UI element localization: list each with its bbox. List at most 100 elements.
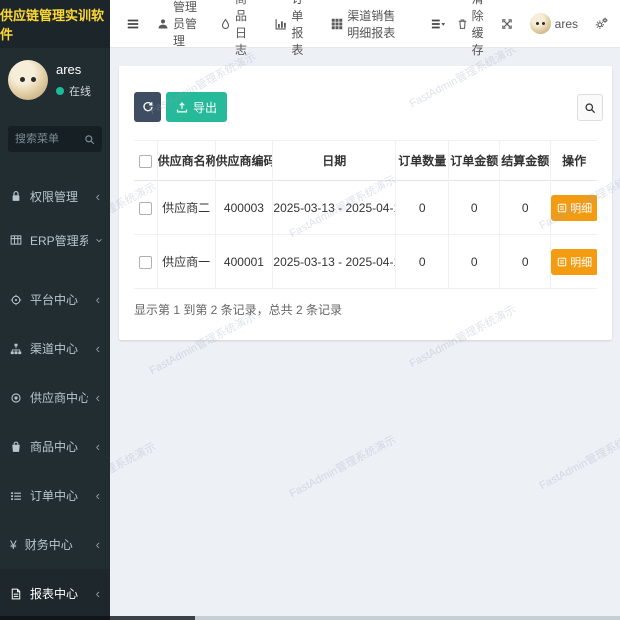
report-panel: 导出 供应商名称 供应商编码	[119, 66, 612, 340]
row-checkbox[interactable]	[139, 256, 152, 269]
sidebar-item-label: 订单中心	[30, 487, 88, 504]
sidebar-item-report-center[interactable]: 报表中心 ‹	[0, 569, 110, 618]
tab-order-report[interactable]: 订单报表	[266, 0, 322, 48]
date-range-cell: 2025-03-13 - 2025-04-13	[273, 235, 396, 289]
grid-icon	[331, 18, 343, 30]
tab-channel-sales-report[interactable]: 渠道销售明细报表	[322, 0, 406, 48]
top-navbar: 管理员管理 商品日志 订单报表 渠道销售明细报表	[110, 0, 620, 48]
brand-title[interactable]: 供应链管理实训软件	[0, 0, 110, 48]
supplier-code-cell: 400001	[215, 235, 273, 289]
sidebar-item-label: 商品中心	[30, 438, 88, 455]
sidebar-item-label: 财务中心	[25, 536, 88, 553]
avatar	[530, 13, 551, 34]
column-header[interactable]: 操作	[551, 141, 597, 181]
sidebar-user-panel: ares 在线	[0, 48, 110, 112]
detail-button[interactable]: 明细	[551, 249, 597, 275]
export-button[interactable]: 导出	[166, 92, 227, 122]
list-icon	[10, 490, 22, 502]
settings-button[interactable]	[593, 0, 610, 48]
user-menu[interactable]: ares	[528, 0, 580, 48]
menu-search-box	[8, 126, 102, 152]
sidebar-item-platform-center[interactable]: 平台中心 ‹	[0, 275, 110, 324]
chevron-left-icon: ‹	[96, 440, 100, 453]
tabs-dropdown-button[interactable]	[421, 0, 455, 48]
column-header[interactable]: 订单金额	[449, 141, 500, 181]
detail-button[interactable]: 明细	[551, 195, 597, 221]
sidebar-item-channel-center[interactable]: 渠道中心 ‹	[0, 324, 110, 373]
bar-chart-icon	[275, 18, 287, 30]
horizontal-scrollbar-thumb[interactable]	[110, 616, 195, 620]
row-checkbox[interactable]	[139, 202, 152, 215]
tab-goods-log[interactable]: 商品日志	[211, 0, 266, 48]
detail-list-icon	[557, 257, 567, 267]
sidebar-item-order-center[interactable]: 订单中心 ‹	[0, 471, 110, 520]
table-row: 供应商一 400001 2025-03-13 - 2025-04-13 0 0 …	[134, 235, 597, 289]
settlement-amount-cell: 0	[500, 181, 551, 235]
sidebar-username: ares	[56, 62, 91, 77]
tab-label: 管理员管理	[173, 0, 202, 49]
sidebar-item-goods-center[interactable]: 商品中心 ‹	[0, 422, 110, 471]
table-search-button[interactable]	[577, 94, 603, 121]
refresh-button[interactable]	[134, 92, 161, 122]
sidebar-item-supplier-center[interactable]: 供应商中心 ‹	[0, 373, 110, 422]
table-toolbar: 导出	[119, 66, 612, 122]
sidebar-item-label: 供应商中心	[30, 389, 88, 406]
username: ares	[555, 17, 578, 31]
crosshair-icon	[10, 294, 22, 306]
detail-label: 明细	[570, 254, 592, 270]
column-header[interactable]: 结算金额	[500, 141, 551, 181]
navbar-right: 清除缓存 ares	[455, 0, 610, 48]
report-table: 供应商名称 供应商编码 日期 订单数量 订单金额 结算金额 操作 供应商二 40…	[134, 140, 597, 289]
sidebar-item-label: 渠道中心	[30, 340, 88, 357]
cogs-icon	[595, 17, 608, 30]
dot-circle-icon	[10, 392, 22, 404]
list-caret-icon	[430, 17, 446, 31]
column-header[interactable]: 供应商编码	[215, 141, 273, 181]
search-icon[interactable]	[84, 134, 95, 145]
order-amount-cell: 0	[449, 235, 500, 289]
avatar	[8, 60, 48, 100]
chevron-left-icon: ‹	[96, 489, 100, 502]
order-count-cell: 0	[396, 235, 449, 289]
chevron-left-icon: ‹	[96, 293, 100, 306]
sidebar-item-permissions[interactable]: 权限管理 ‹	[0, 174, 110, 218]
refresh-icon	[142, 101, 154, 113]
chevron-down-icon: ‹	[91, 238, 104, 242]
supplier-name-cell: 供应商二	[157, 181, 215, 235]
tab-label: 商品日志	[235, 0, 257, 58]
column-header[interactable]: 日期	[273, 141, 396, 181]
fullscreen-button[interactable]	[499, 0, 515, 48]
sidebar-item-finance-center[interactable]: ¥ 财务中心 ‹	[0, 520, 110, 569]
order-count-cell: 0	[396, 181, 449, 235]
table-row: 供应商二 400003 2025-03-13 - 2025-04-13 0 0 …	[134, 181, 597, 235]
detail-list-icon	[557, 203, 567, 213]
online-status-label: 在线	[69, 83, 91, 99]
file-text-icon	[10, 588, 22, 600]
sidebar-toggle-button[interactable]	[118, 0, 148, 48]
hamburger-icon	[126, 17, 140, 31]
select-all-checkbox[interactable]	[139, 155, 152, 168]
sidebar-submenu: 平台中心 ‹ 渠道中心 ‹ 供应商中心 ‹ 商	[0, 262, 110, 618]
horizontal-scrollbar-track	[195, 616, 620, 620]
export-label: 导出	[193, 99, 217, 116]
top-bar: 供应链管理实训软件 管理员管理 商品日志	[0, 0, 620, 48]
upload-icon	[176, 101, 188, 113]
sidebar-item-label: 报表中心	[30, 585, 88, 602]
order-amount-cell: 0	[449, 181, 500, 235]
shopping-bag-icon	[10, 441, 22, 453]
sidebar-menu: 权限管理 ‹ ERP管理系统 ‹	[0, 174, 110, 262]
online-dot-icon	[56, 87, 64, 95]
menu-search-input[interactable]	[15, 133, 84, 145]
sitemap-icon	[10, 343, 22, 355]
table-header-row: 供应商名称 供应商编码 日期 订单数量 订单金额 结算金额 操作	[134, 141, 597, 181]
supplier-name-cell: 供应商一	[157, 235, 215, 289]
supplier-code-cell: 400003	[215, 181, 273, 235]
column-header[interactable]: 订单数量	[396, 141, 449, 181]
tab-admin-manage[interactable]: 管理员管理	[148, 0, 211, 48]
tint-icon	[220, 18, 231, 30]
sidebar-item-label: 平台中心	[30, 291, 88, 308]
clear-cache-button[interactable]: 清除缓存	[455, 0, 486, 48]
sidebar-item-erp-system[interactable]: ERP管理系统 ‹	[0, 218, 110, 262]
column-header[interactable]: 供应商名称	[157, 141, 215, 181]
user-status: 在线	[56, 83, 91, 99]
